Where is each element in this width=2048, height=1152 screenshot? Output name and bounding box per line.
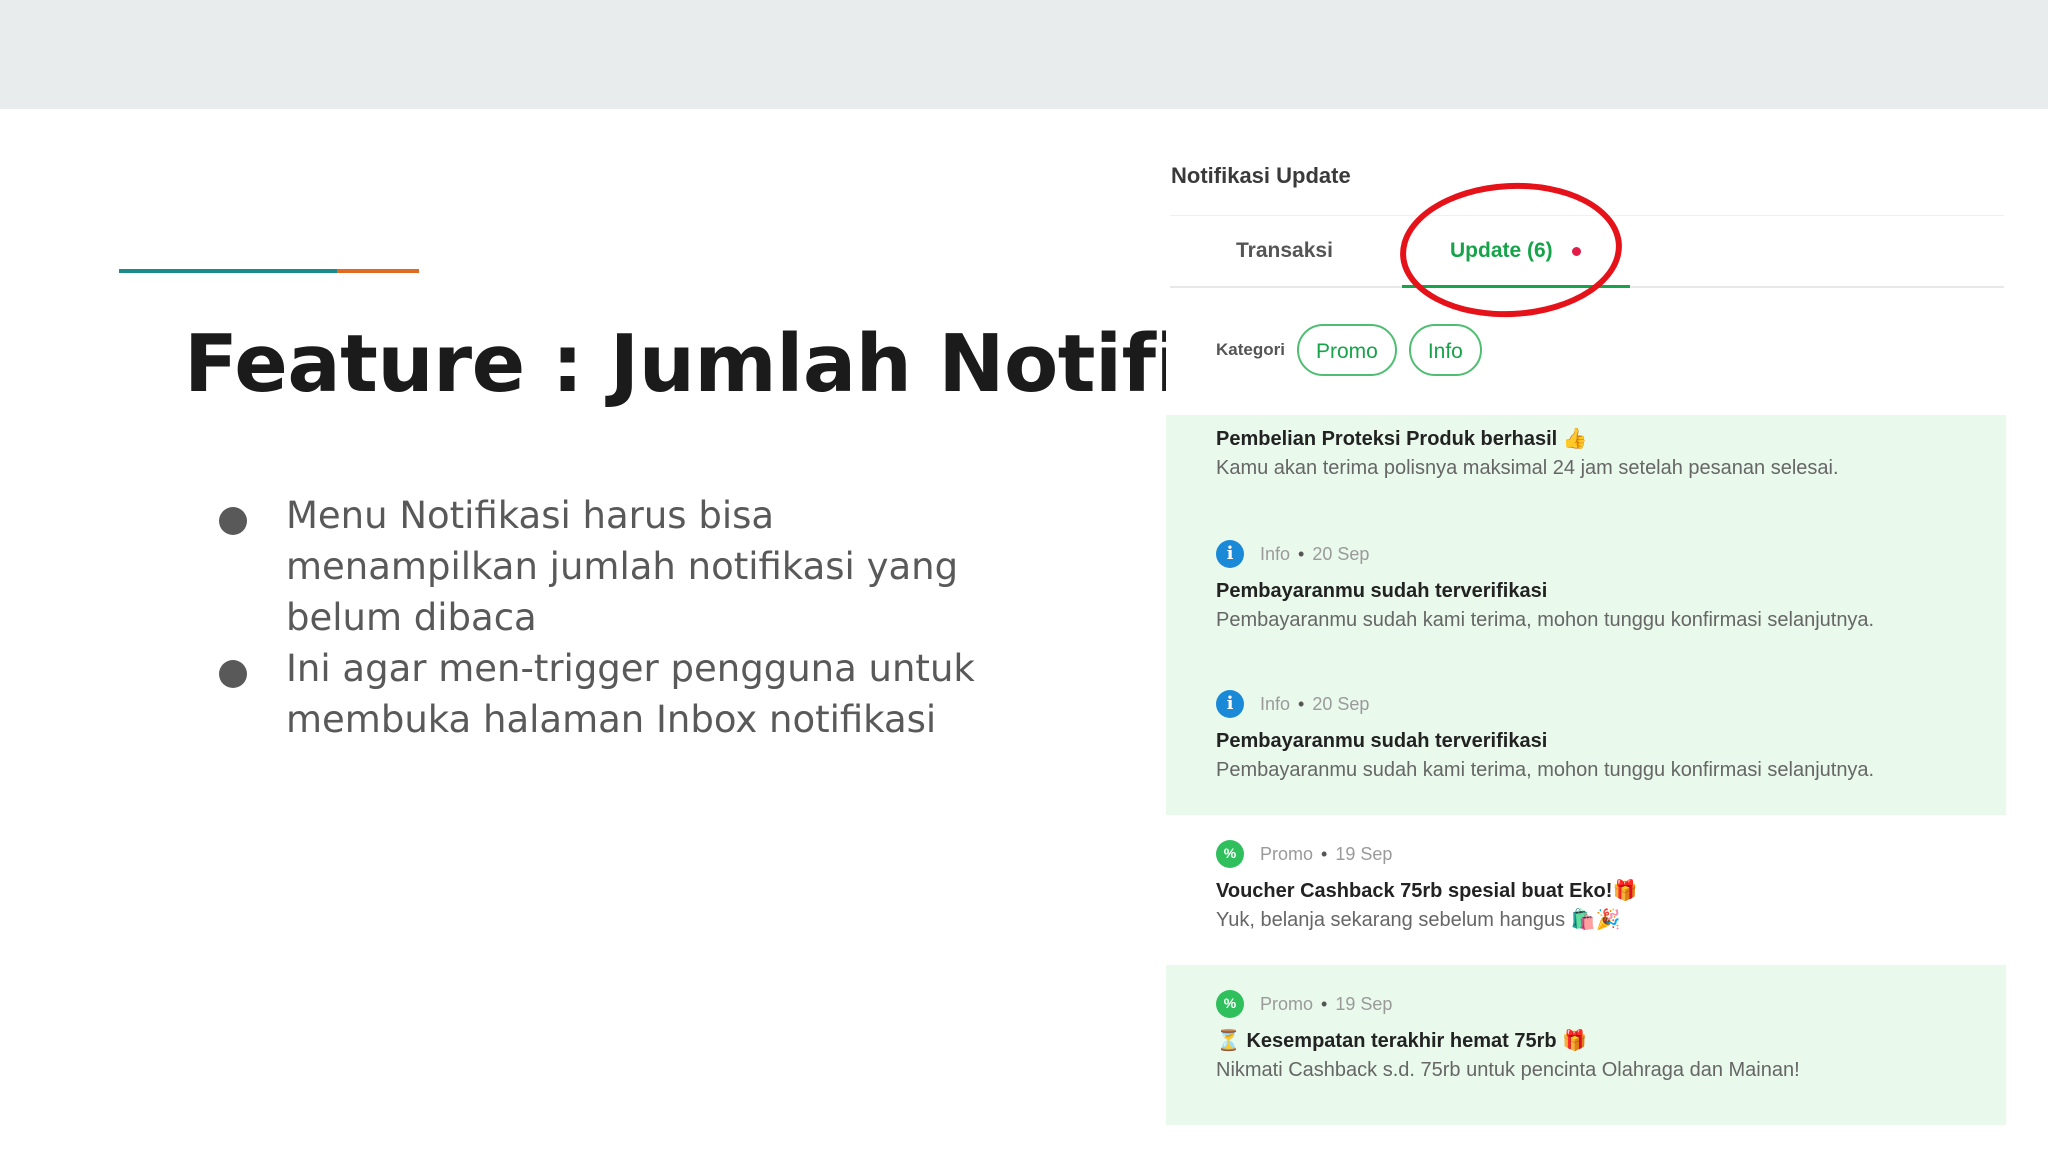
bullet-dot-icon: [219, 507, 247, 535]
notification-item[interactable]: Promo • 19 Sep ⏳ Kesempatan terakhir hem…: [1166, 965, 2006, 1125]
notification-date: 20 Sep: [1312, 543, 1370, 564]
unread-dot-icon: [1572, 247, 1581, 256]
meta-separator: •: [1321, 843, 1328, 864]
filter-label: Kategori: [1216, 340, 1285, 359]
bullet-list: Menu Notifikasi harus bisa menampilkan j…: [218, 490, 978, 745]
notification-date: 20 Sep: [1312, 693, 1370, 714]
notification-title: Voucher Cashback 75rb spesial buat Eko!🎁: [1216, 876, 2006, 906]
bullet-text: Menu Notifikasi harus bisa menampilkan j…: [286, 494, 959, 639]
notification-desc-text: Yuk, belanja sekarang sebelum hangus: [1216, 909, 1566, 931]
notification-title: Pembelian Proteksi Produk berhasil 👍: [1216, 424, 2006, 454]
hourglass-icon: ⏳: [1216, 1030, 1241, 1052]
notification-meta: Info • 20 Sep: [1216, 534, 2006, 574]
bullet-item: Ini agar men-trigger pengguna untuk memb…: [218, 643, 978, 745]
notification-category: Promo: [1260, 993, 1314, 1014]
notification-category: Info: [1260, 693, 1291, 714]
notification-date: 19 Sep: [1335, 993, 1393, 1014]
notification-category: Info: [1260, 543, 1291, 564]
bullet-text: Ini agar men-trigger pengguna untuk memb…: [286, 647, 975, 741]
notification-desc: Pembayaranmu sudah kami terima, mohon tu…: [1216, 609, 1875, 631]
info-icon: [1216, 540, 1244, 568]
notification-title-text: Pembelian Proteksi Produk berhasil: [1216, 428, 1558, 450]
tab-update-label: Update (6): [1450, 239, 1553, 262]
notification-title: Pembayaranmu sudah terverifikasi: [1216, 580, 1548, 602]
accent-teal-segment: [119, 269, 337, 273]
notification-title-text: Kesempatan terakhir hemat 75rb: [1246, 1030, 1557, 1052]
shopping-bag-party-icon: 🛍️🎉: [1570, 909, 1621, 931]
header-band: [0, 0, 2048, 109]
notification-item[interactable]: Info • 20 Sep Pembayaranmu sudah terveri…: [1166, 665, 2006, 815]
meta-separator: •: [1298, 693, 1305, 714]
chip-info[interactable]: Info: [1408, 324, 1482, 376]
notification-title-text: Voucher Cashback 75rb spesial buat Eko!: [1216, 880, 1613, 902]
info-icon: [1216, 690, 1244, 718]
notification-tabs: Transaksi Update (6): [1170, 215, 2004, 288]
gift-icon: 🎁: [1562, 1030, 1588, 1052]
active-tab-indicator: [1402, 285, 1630, 288]
promo-badge-icon: [1216, 990, 1244, 1018]
meta-separator: •: [1321, 993, 1328, 1014]
notification-desc: Nikmati Cashback s.d. 75rb untuk pencint…: [1216, 1059, 1800, 1081]
notification-item[interactable]: Promo • 19 Sep Voucher Cashback 75rb spe…: [1166, 815, 2006, 965]
notification-title: ⏳ Kesempatan terakhir hemat 75rb 🎁: [1216, 1026, 2006, 1056]
bullet-item: Menu Notifikasi harus bisa menampilkan j…: [218, 490, 978, 643]
notification-date: 19 Sep: [1335, 843, 1393, 864]
thumbs-up-icon: 👍: [1562, 428, 1588, 450]
notification-meta: Promo • 19 Sep: [1216, 834, 2006, 874]
panel-title: Notifikasi Update: [1171, 163, 1351, 188]
notification-item[interactable]: Pembelian Proteksi Produk berhasil 👍 Kam…: [1166, 415, 2006, 515]
category-filter: Kategori Promo Info: [1216, 324, 1494, 376]
title-accent-line: [119, 269, 419, 273]
notification-desc: Pembayaranmu sudah kami terima, mohon tu…: [1216, 759, 1875, 781]
notification-meta: Info • 20 Sep: [1216, 684, 2006, 724]
notification-screenshot: Notifikasi Update Transaksi Update (6) K…: [1166, 160, 2006, 1125]
notification-meta: Promo • 19 Sep: [1216, 984, 2006, 1024]
bullet-dot-icon: [219, 660, 247, 688]
gift-icon: 🎁: [1612, 880, 1638, 902]
notification-desc: Yuk, belanja sekarang sebelum hangus 🛍️🎉: [1216, 906, 2006, 934]
notification-desc: Kamu akan terima polisnya maksimal 24 ja…: [1216, 457, 1839, 479]
notification-item[interactable]: Info • 20 Sep Pembayaranmu sudah terveri…: [1166, 515, 2006, 665]
chip-promo[interactable]: Promo: [1296, 324, 1397, 376]
accent-orange-segment: [337, 269, 419, 273]
tab-update[interactable]: Update (6): [1402, 216, 1630, 288]
tab-transaksi[interactable]: Transaksi: [1236, 216, 1333, 286]
notification-list: Pembelian Proteksi Produk berhasil 👍 Kam…: [1166, 415, 2006, 1125]
meta-separator: •: [1298, 543, 1305, 564]
notification-category: Promo: [1260, 843, 1314, 864]
notification-title: Pembayaranmu sudah terverifikasi: [1216, 730, 1548, 752]
promo-badge-icon: [1216, 840, 1244, 868]
